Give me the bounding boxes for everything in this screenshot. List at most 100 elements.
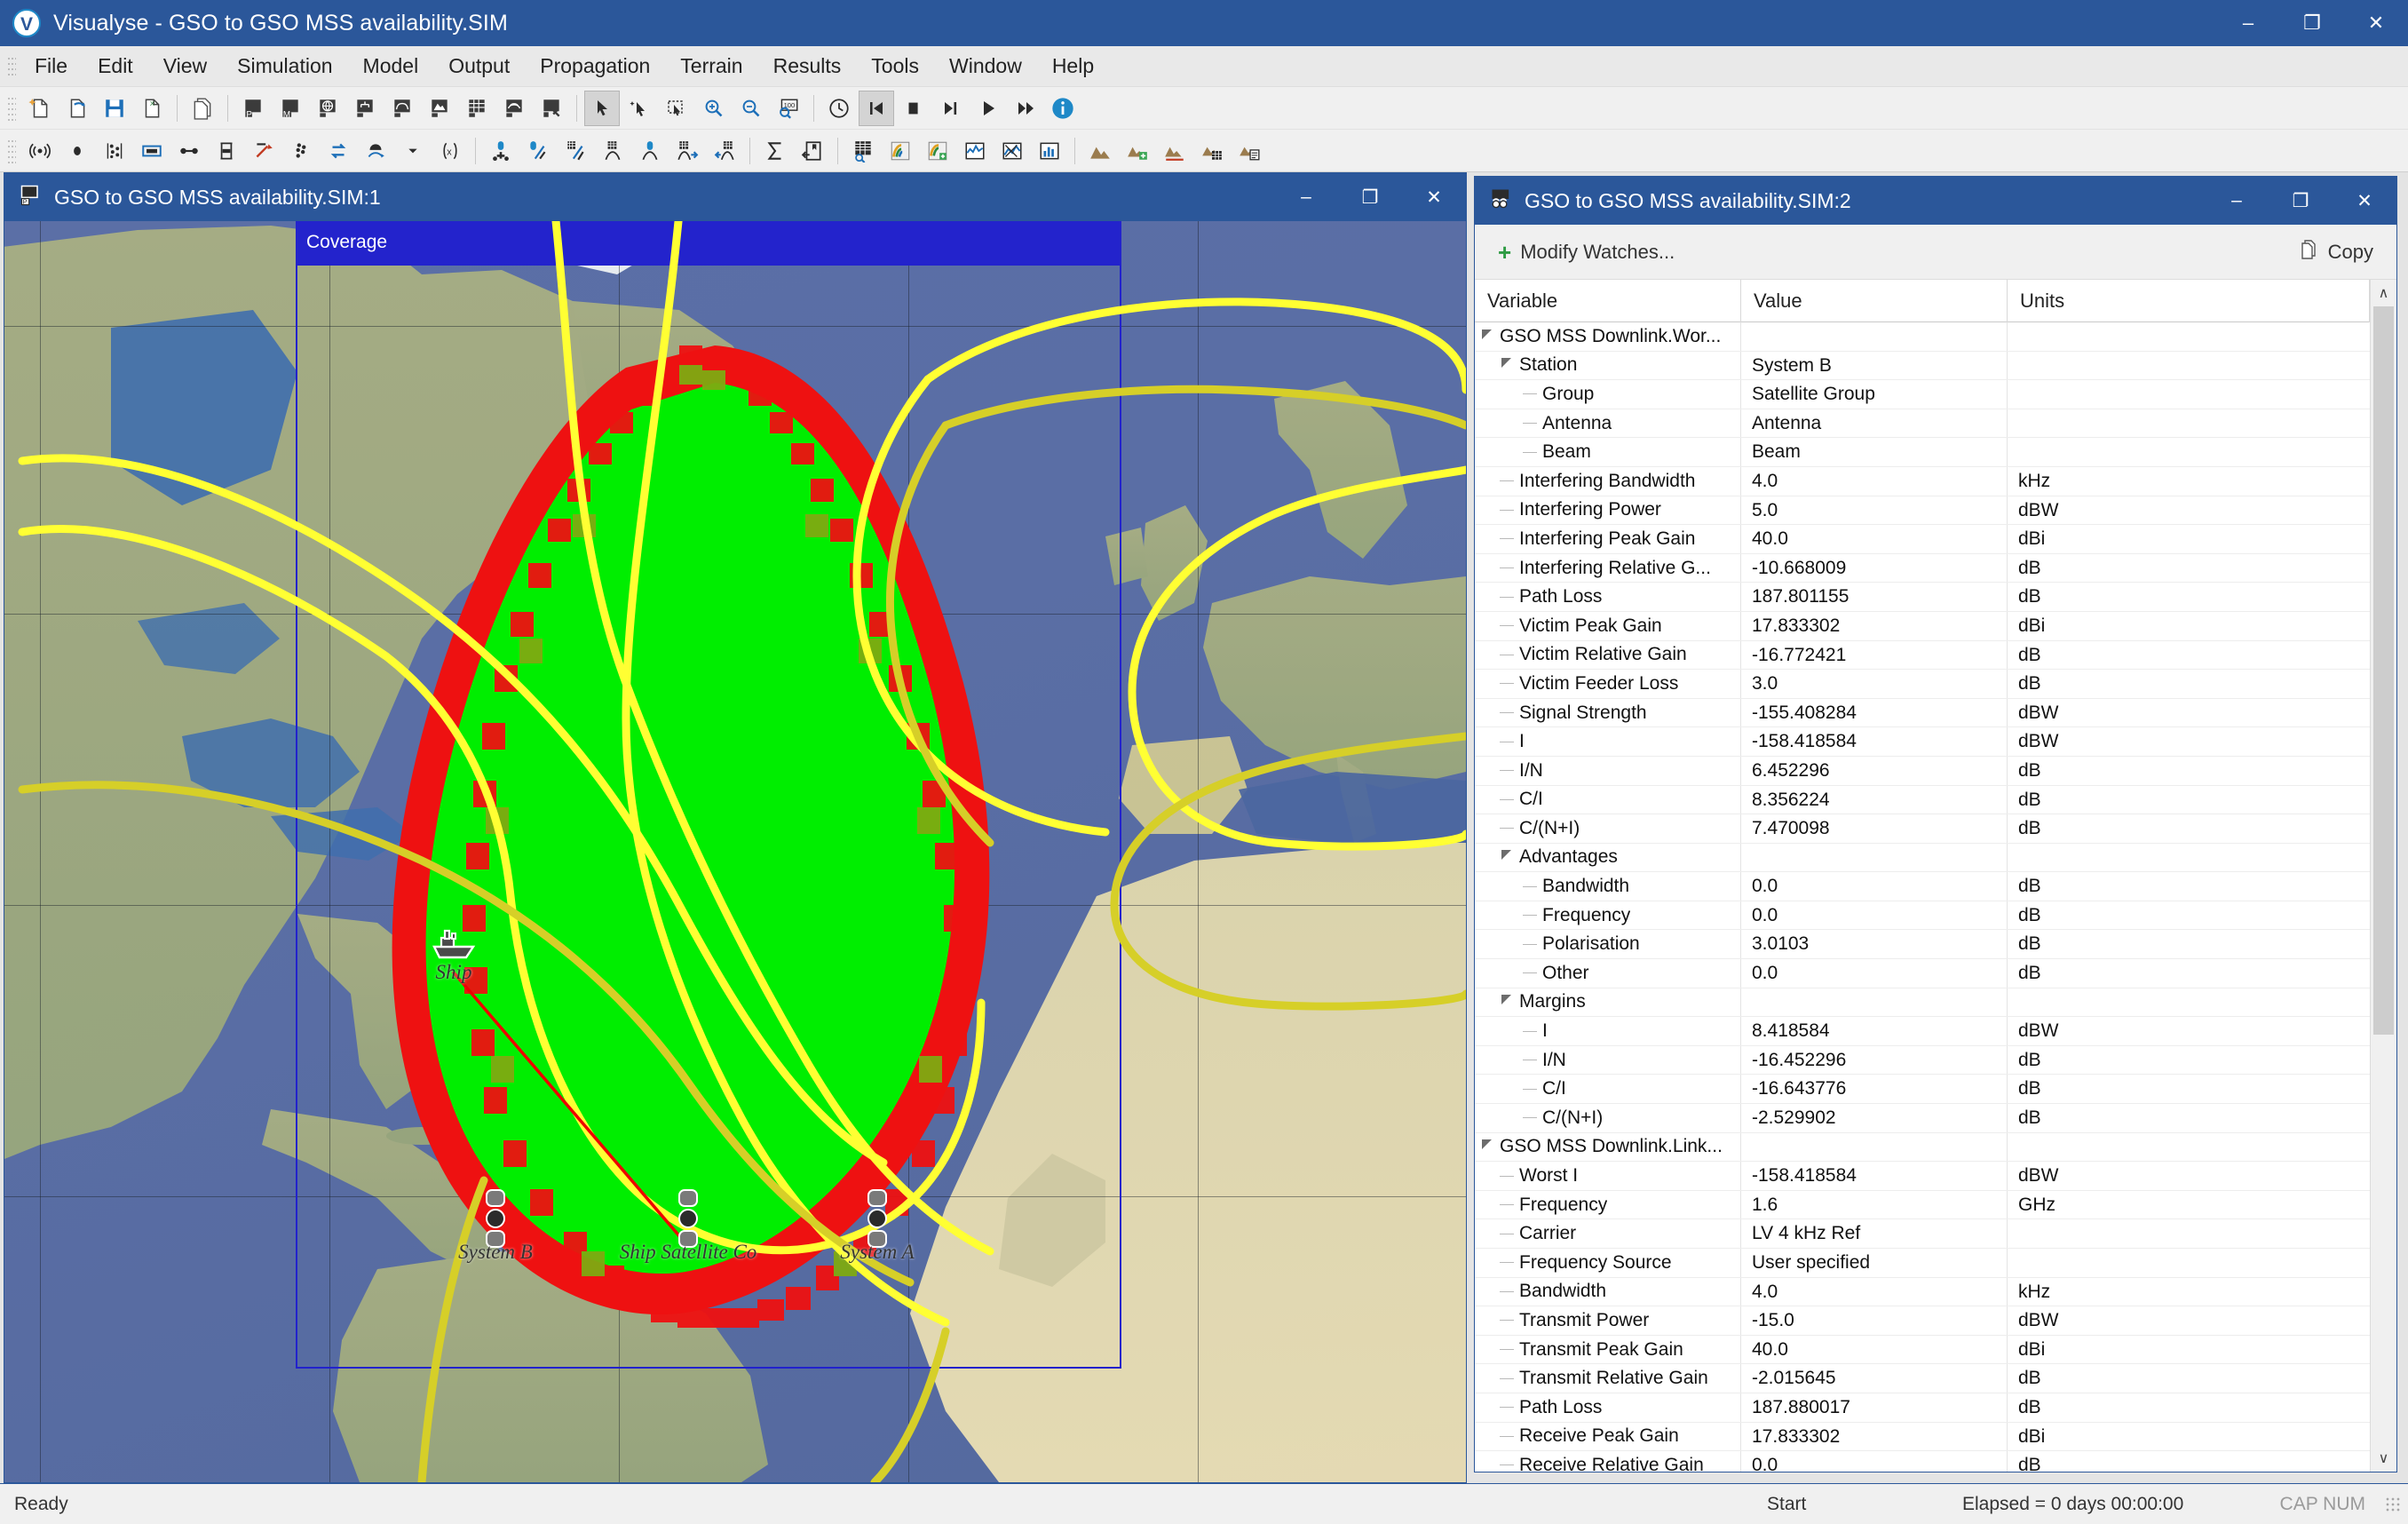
watch-maximize-button[interactable]: ❐ [2269,177,2333,225]
watch-minimize-button[interactable]: – [2205,177,2269,225]
table-row[interactable]: C/I8.356224dB [1475,786,2370,815]
table-row[interactable]: I8.418584dBW [1475,1017,2370,1046]
table-row[interactable]: GSO MSS Downlink.Wor... [1475,322,2370,352]
table-row[interactable]: Transmit Relative Gain-2.015645dB [1475,1364,2370,1393]
table-row[interactable]: Receive Relative Gain0.0dB [1475,1451,2370,1472]
terrain-line-icon[interactable] [1157,133,1192,169]
watch-grid-body[interactable]: GSO MSS Downlink.Wor...StationSystem BGr… [1475,322,2370,1472]
scroll-thumb[interactable] [2373,306,2394,1035]
stop-icon[interactable] [896,91,931,126]
app-close-button[interactable]: ✕ [2344,0,2408,46]
magic-select-icon[interactable] [622,91,657,126]
statistics-chart-icon[interactable] [994,133,1030,169]
map-minimize-button[interactable]: – [1274,173,1338,221]
dot-station-icon[interactable] [59,133,95,169]
histogram-icon[interactable] [1032,133,1067,169]
table-row[interactable]: Bandwidth4.0kHz [1475,1278,2370,1307]
constellation-icon[interactable] [97,133,132,169]
copy-button[interactable]: Copy [2291,234,2380,271]
add-carrier-icon[interactable] [483,133,519,169]
scroll-track[interactable] [2371,306,2396,1445]
menu-output[interactable]: Output [433,49,525,83]
coverage-box[interactable] [296,264,1121,1369]
grid-table-icon[interactable] [459,91,495,126]
map-canvas[interactable]: Coverage [4,221,1466,1482]
table-row[interactable]: Victim Feeder Loss3.0dB [1475,670,2370,699]
zoom-100-icon[interactable]: 100 [771,91,806,126]
scroll-down-button[interactable]: ∨ [2371,1445,2396,1472]
table-row[interactable]: Interfering Peak Gain40.0dBi [1475,525,2370,554]
footprint-icon[interactable] [134,133,170,169]
table-row[interactable]: Path Loss187.880017dB [1475,1393,2370,1423]
area-select-icon[interactable] [534,91,569,126]
link-bar-icon[interactable] [171,133,207,169]
app-maximize-button[interactable]: ❐ [2280,0,2344,46]
terrain-add-icon[interactable] [1120,133,1155,169]
interference-path-icon[interactable] [595,133,630,169]
range-icon[interactable] [209,133,244,169]
table-row[interactable]: AntennaAntenna [1475,409,2370,439]
table-row[interactable]: Signal Strength-155.408284dBW [1475,699,2370,728]
table-row[interactable]: CarrierLV 4 kHz Ref [1475,1219,2370,1249]
clock-icon[interactable] [821,91,857,126]
carrier-link-icon[interactable] [520,133,556,169]
resize-grip-icon[interactable] [2385,1496,2401,1512]
export-excel-icon[interactable]: X [134,91,170,126]
table-row[interactable]: I/N-16.452296dB [1475,1046,2370,1076]
table-row[interactable]: GSO MSS Downlink.Link... [1475,1133,2370,1163]
table-row[interactable]: Victim Relative Gain-16.772421dB [1475,641,2370,671]
link-tree-icon[interactable] [347,91,383,126]
table-row[interactable]: C/(N+I)-2.529902dB [1475,1104,2370,1133]
marquee-select-icon[interactable] [659,91,694,126]
menu-view[interactable]: View [148,49,222,83]
toolbar-grip-icon[interactable] [7,96,16,121]
antenna-pattern-icon[interactable] [384,91,420,126]
menu-help[interactable]: Help [1037,49,1109,83]
table-row[interactable]: BeamBeam [1475,438,2370,467]
pointer-icon[interactable] [584,91,620,126]
column-header-units[interactable]: Units [2008,280,2370,322]
column-header-value[interactable]: Value [1741,280,2008,322]
expand-collapse-icon[interactable] [1480,1139,1496,1155]
ship-marker[interactable]: Ship [429,927,480,969]
table-row[interactable]: I/N6.452296dB [1475,757,2370,786]
rewind-start-icon[interactable] [859,91,894,126]
table-row[interactable]: Other0.0dB [1475,959,2370,988]
station-marker-system-a[interactable]: System A [866,1189,889,1250]
menu-results[interactable]: Results [758,49,857,83]
area-analysis-icon[interactable] [883,133,918,169]
vector-arrow-icon[interactable] [246,133,281,169]
table-row[interactable]: Interfering Relative G...-10.668009dB [1475,554,2370,583]
table-row[interactable]: Victim Peak Gain17.833302dBi [1475,612,2370,641]
fast-forward-icon[interactable] [1008,91,1043,126]
menu-edit[interactable]: Edit [83,49,148,83]
table-row[interactable]: Interfering Bandwidth4.0kHz [1475,467,2370,496]
chevron-down-icon[interactable] [395,133,431,169]
scroll-up-button[interactable]: ∧ [2371,280,2396,306]
carrier-antenna-icon[interactable] [632,133,668,169]
table-row[interactable]: Bandwidth0.0dB [1475,872,2370,901]
table-row[interactable]: Worst I-158.418584dBW [1475,1162,2370,1191]
expand-collapse-icon[interactable] [1500,849,1516,865]
table-row[interactable]: C/I-16.643776dB [1475,1075,2370,1104]
table-row[interactable]: Interfering Power5.0dBW [1475,496,2370,526]
table-row[interactable]: StationSystem B [1475,352,2370,381]
menu-terrain[interactable]: Terrain [665,49,757,83]
menubar-grip-icon[interactable] [7,56,16,77]
station-marker-system-b[interactable]: System B [484,1189,507,1250]
table-row[interactable]: Path Loss187.801155dB [1475,583,2370,612]
group-stations-icon[interactable] [283,133,319,169]
area-analysis2-icon[interactable] [920,133,955,169]
expand-collapse-icon[interactable] [1480,329,1496,345]
table-row[interactable]: Transmit Power-15.0dBW [1475,1306,2370,1336]
zoom-out-icon[interactable] [733,91,769,126]
menu-file[interactable]: File [20,49,83,83]
watch-close-button[interactable]: ✕ [2333,177,2396,225]
zoom-in-icon[interactable] [696,91,732,126]
link-into-icon[interactable] [669,133,705,169]
table-row[interactable]: Margins [1475,988,2370,1018]
define-watch-icon[interactable] [795,133,830,169]
table-row[interactable]: Frequency0.0dB [1475,901,2370,931]
terrain-grid-icon[interactable] [1194,133,1230,169]
menu-window[interactable]: Window [934,49,1037,83]
